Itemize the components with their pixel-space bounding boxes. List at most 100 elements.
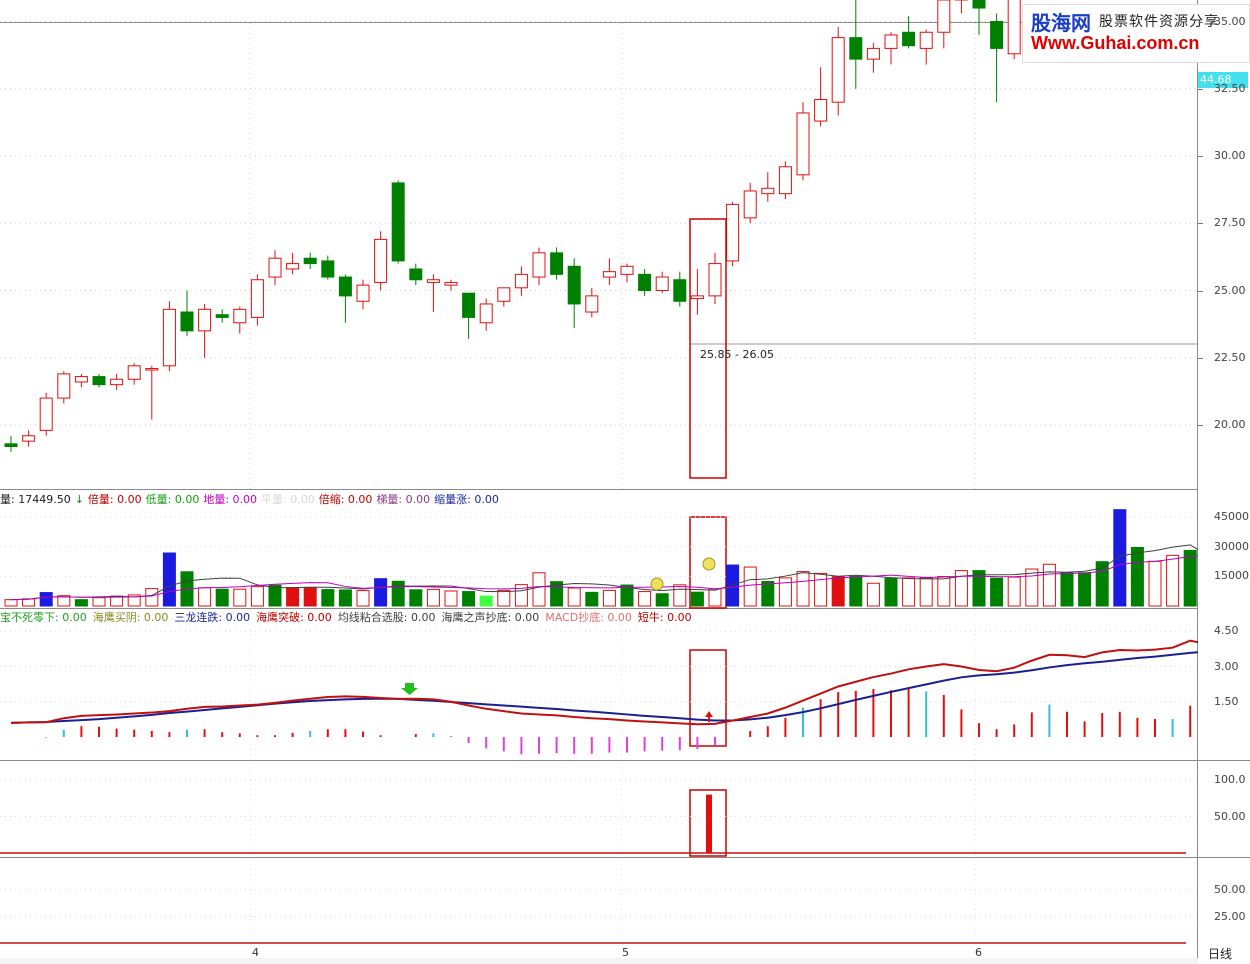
volume-bar — [690, 591, 704, 607]
volume-axis-label: 45000 — [1214, 510, 1249, 523]
panel3-axis-label: 50.00 — [1214, 809, 1246, 823]
volume-bar — [849, 576, 863, 607]
price-axis-labels-label: 27.50 — [1214, 216, 1246, 230]
price-tick — [1198, 156, 1203, 157]
smiley-icon — [650, 577, 664, 591]
candle-up — [497, 287, 511, 302]
candle-up — [726, 203, 740, 262]
candle-up — [250, 279, 264, 318]
candle-down — [321, 260, 335, 278]
price-axis-labels-label: 25.00 — [1214, 283, 1246, 297]
candle-up — [22, 435, 36, 442]
candle-up — [286, 263, 300, 270]
signal-axis-label: 4.50 — [1214, 624, 1239, 638]
candle-down — [462, 292, 476, 318]
candle-down — [391, 182, 405, 262]
candle-up — [1007, 0, 1021, 55]
period-tab-daily[interactable]: 日线 — [1208, 945, 1232, 962]
candle-up — [162, 308, 176, 367]
volume-bar — [708, 588, 722, 607]
volume-bar — [1078, 572, 1092, 607]
highlight-box-signal — [689, 649, 727, 747]
volume-bar — [814, 572, 828, 607]
candle-up — [57, 373, 71, 399]
price-tick — [1198, 88, 1203, 90]
volume-bar — [1130, 546, 1144, 607]
volume-legend-item: 量: 17449.50 — [0, 493, 71, 506]
signal-legend-item: 三龙连跌: 0.00 — [174, 611, 251, 624]
sell-arrow-icon — [401, 683, 418, 695]
volume-bar — [22, 598, 36, 607]
volume-legend-item: 地量: 0.00 — [203, 493, 258, 506]
candle-down — [849, 37, 863, 60]
volume-bar — [233, 588, 247, 607]
candle-up — [110, 378, 124, 386]
candle-up — [356, 284, 370, 302]
signal-legend-item: 宝不死零下: 0.00 — [0, 611, 87, 624]
candle-up — [198, 308, 212, 332]
volume-bar — [4, 599, 18, 607]
volume-axis-label: 15000 — [1214, 569, 1249, 583]
volume-legend-item: 倍量: 0.00 — [87, 493, 142, 506]
volume-bar — [1113, 509, 1127, 607]
price-axis-labels-label: 30.00 — [1214, 149, 1246, 162]
price-tick — [1198, 357, 1203, 359]
volume-legend-item: ↓ — [74, 493, 84, 506]
candle-up — [127, 365, 141, 380]
volume-bar — [902, 577, 916, 607]
candle-down — [902, 31, 916, 47]
candle-down — [990, 21, 1004, 49]
volume-legend-item: 梯量: 0.00 — [376, 493, 431, 506]
volume-bar — [567, 587, 581, 607]
volume-bar — [990, 577, 1004, 607]
kline-chart[interactable] — [0, 0, 1198, 964]
volume-bar — [162, 552, 176, 607]
candle-up — [708, 263, 722, 297]
volume-bar — [338, 589, 352, 607]
candle-down — [338, 276, 352, 297]
candle-up — [426, 279, 440, 283]
candle-down — [409, 268, 423, 281]
candle-down — [180, 311, 194, 332]
volume-bar — [497, 589, 511, 607]
candle-up — [620, 265, 634, 275]
candle-up — [690, 295, 704, 300]
price-tick — [1198, 223, 1203, 225]
volume-bar — [250, 586, 264, 607]
volume-indicator-legend: 量: 17449.50 ↓ 倍量: 0.00 低量: 0.00 地量: 0.00 平量: … — [0, 491, 503, 507]
volume-bar — [268, 584, 282, 607]
candle-up — [884, 34, 898, 49]
volume-bar — [321, 589, 335, 607]
candle-down — [673, 279, 687, 302]
volume-bar — [145, 588, 159, 607]
volume-bar — [1166, 554, 1180, 607]
volume-legend-item: 缩量涨: 0.00 — [434, 493, 499, 506]
panel4-axis-label: 25.00 — [1214, 909, 1246, 923]
signal-legend-item: 海鹰突破: 0.00 — [256, 611, 332, 624]
volume-axis-label: 30000 — [1214, 539, 1249, 553]
volume-bar — [743, 566, 757, 607]
signal-legend-item: 海鹰买阴: 0.00 — [92, 611, 169, 624]
candle-up — [778, 166, 792, 195]
candle-up — [937, 0, 951, 33]
volume-bar — [479, 595, 493, 607]
volume-bar — [761, 580, 775, 607]
candle-down — [567, 265, 581, 305]
volume-bar — [286, 587, 300, 607]
volume-bar — [374, 578, 388, 607]
candle-up — [532, 252, 546, 278]
volume-bar — [303, 586, 317, 607]
price-tick — [1198, 21, 1203, 23]
candle-down — [215, 314, 229, 318]
price-axis-labels-label: 35.00 — [1214, 14, 1246, 28]
volume-bar — [655, 593, 669, 607]
candle-up — [39, 397, 53, 431]
candle-down — [638, 273, 652, 291]
volume-bar — [1060, 572, 1074, 607]
signal-legend-item: MACD抄底: 0.00 — [545, 611, 632, 624]
candle-up — [145, 368, 159, 371]
volume-bar — [1183, 549, 1197, 607]
volume-bar — [1148, 560, 1162, 607]
macd-dea-line — [10, 651, 1198, 724]
logo-url: Www.Guhai.com.cn — [1031, 33, 1200, 53]
